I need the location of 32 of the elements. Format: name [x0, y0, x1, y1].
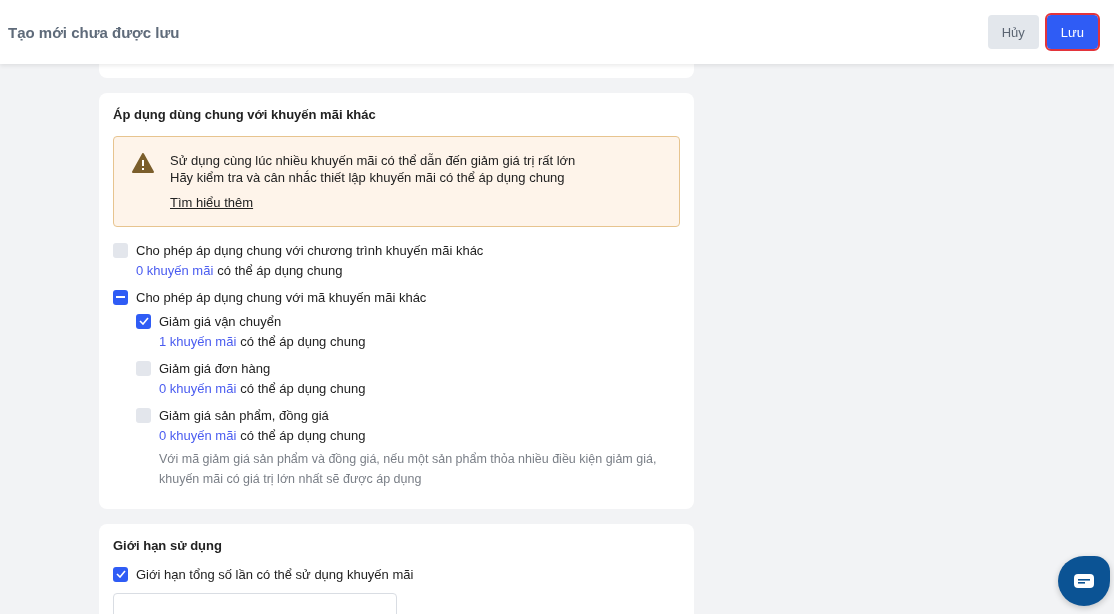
cancel-button[interactable]: Hủy — [987, 15, 1039, 49]
section-title: Giới hạn sử dụng — [113, 538, 223, 553]
checkbox[interactable] — [113, 566, 128, 582]
checkbox[interactable] — [113, 289, 128, 305]
warning-text: Sử dụng cùng lúc nhiều khuyến mãi có thể dẫn đến giảm giá trị rất lớn — [170, 153, 576, 169]
checkbox[interactable] — [136, 360, 151, 376]
checkbox-label: Giới hạn tổng số lần có thể sử dụng khuyến mãi — [136, 566, 414, 582]
checkbox-label: Cho phép áp dụng chung với chương trình khuyến mãi khác — [136, 242, 484, 258]
checkbox-label: Giảm giá sản phẩm, đồng giá — [159, 407, 329, 423]
checkbox[interactable] — [136, 407, 151, 423]
promotion-count-link[interactable]: 0 khuyến mãi — [136, 261, 214, 281]
count-suffix: có thể áp dụng chung — [217, 262, 343, 280]
checkbox[interactable] — [113, 242, 128, 258]
checkbox-label: Giảm giá đơn hàng — [159, 360, 271, 376]
note-text: Với mã giảm giá sản phẩm và đồng giá, nếu một sản phẩm thỏa nhiều điều kiện giảm giá, khuyến mãi có giá trị lớn nhất sẽ được áp dụng — [158, 451, 658, 488]
checkbox[interactable] — [136, 313, 151, 329]
save-button[interactable]: Lưu — [1046, 15, 1098, 49]
promotion-count-link[interactable]: 0 khuyến mãi — [159, 426, 237, 446]
section-title: Áp dụng dùng chung với khuyến mãi khác — [113, 107, 377, 122]
checkbox-label: Cho phép áp dụng chung với mã khuyến mãi khác — [136, 289, 427, 305]
count-suffix: có thể áp dụng chung — [240, 333, 366, 351]
checkbox-label: Giảm giá vận chuyển — [159, 313, 282, 329]
page-title: Tạo mới chưa được lưu — [8, 23, 180, 41]
promotion-count-link[interactable]: 1 khuyến mãi — [159, 332, 237, 352]
promotion-count-link[interactable]: 0 khuyến mãi — [159, 379, 237, 399]
chat-button[interactable] — [1058, 556, 1110, 606]
count-suffix: có thể áp dụng chung — [240, 380, 366, 398]
count-suffix: có thể áp dụng chung — [240, 427, 366, 445]
warning-icon — [132, 153, 154, 173]
chat-icon — [1074, 574, 1094, 588]
learn-more-link[interactable]: Tìm hiểu thêm — [170, 195, 254, 210]
warning-text: Hãy kiểm tra và cân nhắc thiết lập khuyến mãi có thể áp dụng chung — [170, 170, 566, 186]
